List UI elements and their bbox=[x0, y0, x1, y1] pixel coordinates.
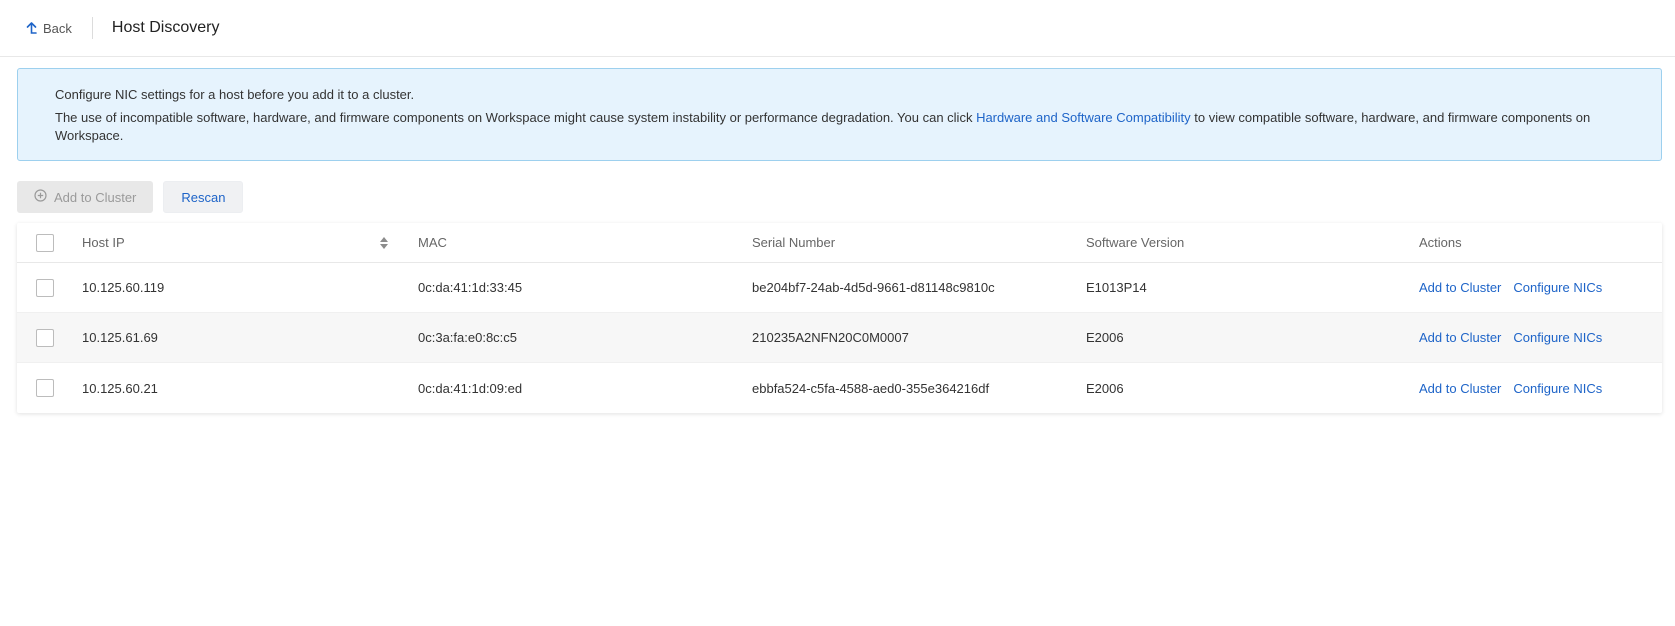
row-actions: Add to Cluster Configure NICs bbox=[1419, 381, 1602, 396]
hosts-table: Host IP MAC Serial Number Software Versi… bbox=[17, 223, 1662, 413]
add-to-cluster-button[interactable]: Add to Cluster bbox=[17, 181, 154, 213]
page-header: Back Host Discovery bbox=[0, 0, 1675, 57]
notice-line-1: Configure NIC settings for a host before… bbox=[55, 87, 415, 102]
row-checkbox[interactable] bbox=[36, 328, 54, 347]
column-actions: Actions bbox=[1419, 235, 1462, 250]
column-serial-number: Serial Number bbox=[752, 235, 836, 250]
plus-circle-icon bbox=[34, 189, 47, 205]
mac-cell: 0c:3a:fa:e0:8c:c5 bbox=[418, 330, 518, 345]
column-software-version: Software Version bbox=[1086, 235, 1185, 250]
serial-cell: be204bf7-24ab-4d5d-9661-d81148c9810c bbox=[752, 280, 995, 295]
add-to-cluster-label: Add to Cluster bbox=[54, 189, 137, 205]
row-add-to-cluster-link[interactable]: Add to Cluster bbox=[1419, 381, 1501, 396]
row-configure-nics-link[interactable]: Configure NICs bbox=[1513, 330, 1602, 345]
select-all-checkbox[interactable] bbox=[36, 233, 54, 252]
back-button[interactable]: Back bbox=[26, 21, 72, 36]
page-title: Host Discovery bbox=[111, 19, 220, 36]
row-actions: Add to Cluster Configure NICs bbox=[1419, 330, 1602, 345]
header-divider bbox=[91, 17, 93, 39]
notice-line-2: The use of incompatible software, hardwa… bbox=[55, 109, 1625, 145]
row-add-to-cluster-link[interactable]: Add to Cluster bbox=[1419, 280, 1501, 295]
table-row: 10.125.60.21 0c:da:41:1d:09:ed ebbfa524-… bbox=[17, 363, 1662, 413]
column-host-ip[interactable]: Host IP bbox=[82, 235, 125, 250]
sort-icon[interactable] bbox=[379, 236, 389, 253]
table-row: 10.125.61.69 0c:3a:fa:e0:8c:c5 210235A2N… bbox=[17, 313, 1662, 363]
notice-text-before: The use of incompatible software, hardwa… bbox=[55, 110, 977, 125]
row-configure-nics-link[interactable]: Configure NICs bbox=[1513, 280, 1602, 295]
table-header: Host IP MAC Serial Number Software Versi… bbox=[17, 223, 1662, 263]
host-ip-cell: 10.125.61.69 bbox=[82, 330, 158, 345]
back-arrow-icon bbox=[26, 21, 37, 35]
mac-cell: 0c:da:41:1d:33:45 bbox=[418, 280, 523, 295]
row-configure-nics-link[interactable]: Configure NICs bbox=[1513, 381, 1602, 396]
row-checkbox[interactable] bbox=[36, 278, 54, 297]
mac-cell: 0c:da:41:1d:09:ed bbox=[418, 380, 523, 396]
toolbar: Add to Cluster Rescan bbox=[17, 181, 244, 213]
software-cell: E2006 bbox=[1086, 380, 1124, 396]
back-label: Back bbox=[43, 20, 72, 36]
info-notice: Configure NIC settings for a host before… bbox=[17, 68, 1662, 161]
row-checkbox[interactable] bbox=[36, 379, 54, 397]
row-actions: Add to Cluster Configure NICs bbox=[1419, 280, 1602, 295]
column-mac: MAC bbox=[418, 235, 447, 250]
rescan-button[interactable]: Rescan bbox=[163, 181, 244, 213]
compatibility-link[interactable]: Hardware and Software Compatibility bbox=[976, 110, 1191, 125]
serial-cell: 210235A2NFN20C0M0007 bbox=[752, 330, 909, 345]
host-ip-cell: 10.125.60.21 bbox=[82, 380, 158, 396]
host-ip-cell: 10.125.60.119 bbox=[82, 280, 165, 295]
software-cell: E1013P14 bbox=[1086, 280, 1147, 295]
row-add-to-cluster-link[interactable]: Add to Cluster bbox=[1419, 330, 1501, 345]
serial-cell: ebbfa524-c5fa-4588-aed0-355e364216df bbox=[752, 380, 990, 396]
table-row: 10.125.60.119 0c:da:41:1d:33:45 be204bf7… bbox=[17, 263, 1662, 313]
software-cell: E2006 bbox=[1086, 330, 1124, 345]
